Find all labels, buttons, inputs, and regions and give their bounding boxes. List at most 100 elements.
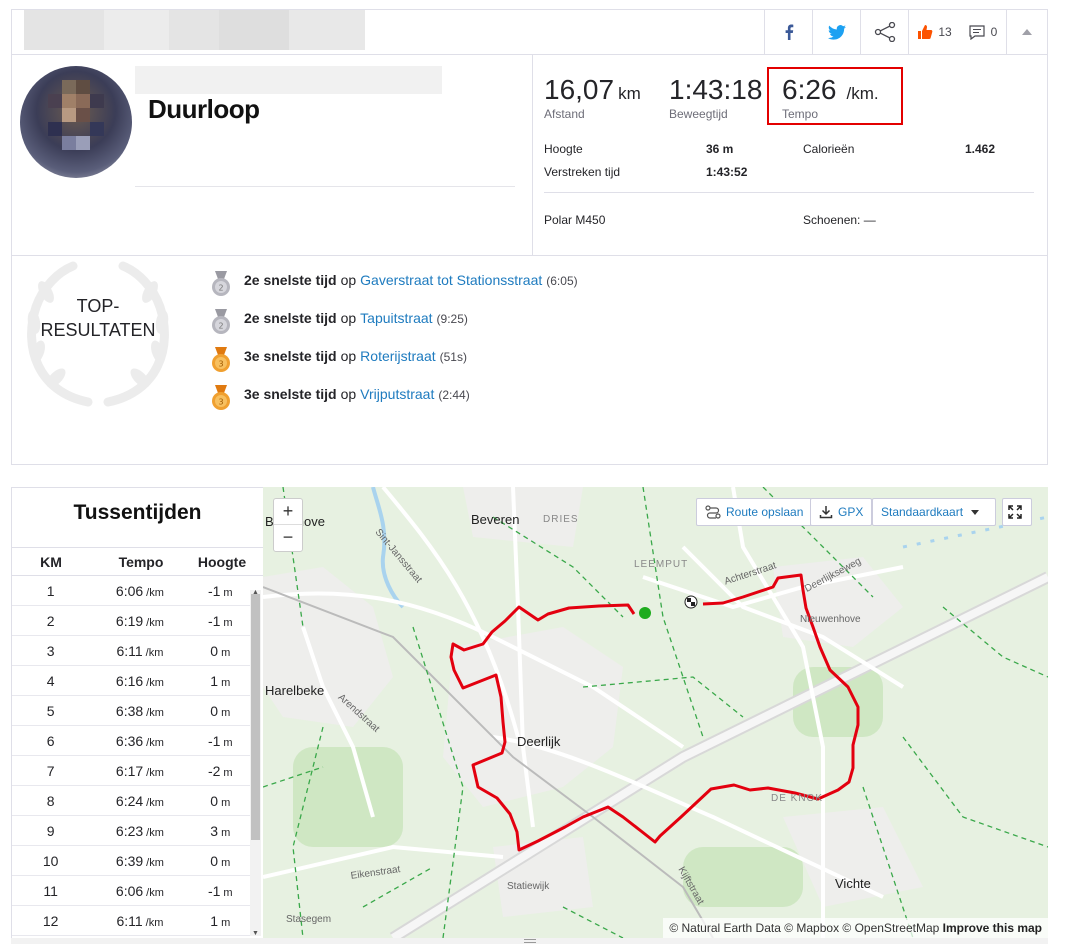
blurred-athlete-info [219,10,289,50]
splits-scrollbar[interactable]: ▲ ▼ [250,589,261,937]
achievement-time: (6:05) [546,274,578,288]
map-attribution: © Natural Earth Data © Mapbox © OpenStre… [663,918,1048,938]
scroll-down-arrow-icon[interactable]: ▼ [252,930,259,937]
segment-link[interactable]: Tapuitstraat [360,310,432,326]
top-results-heading-line1: TOP- [76,296,120,316]
blurred-athlete-info [24,10,104,50]
map-label-stasegem: Stasegem [286,914,332,925]
split-km: 6 [46,732,55,749]
segment-link[interactable]: Roterijstraat [360,348,435,364]
route-start-marker [639,607,651,619]
resize-grip-icon[interactable] [524,939,536,943]
achievement-item: 3 3e snelste tijd op Roterijstraat (51s) [210,347,578,386]
split-row: 10 6:39/km 0 m [12,846,250,876]
achievement-op: op [340,310,357,326]
silver-medal-icon: 2 [212,271,230,296]
splits-rows[interactable]: 1 6:06/km -1 m 2 6:19/km -1 m 3 6:11/km 0 m 4 6:16/km… [12,576,263,936]
kudos-button[interactable]: 13 [908,10,960,54]
map-label-leemput: LEEMPUT [634,559,689,570]
split-km: 2 [46,612,55,629]
split-elevation: -1 m [207,732,233,749]
activity-title: Duurloop [148,94,260,124]
split-km: 3 [46,642,55,659]
zoom-out-button[interactable]: − [274,525,302,551]
improve-map-link[interactable]: Improve this map [943,921,1042,935]
distance-unit: km [618,84,641,103]
twitter-icon [827,24,846,40]
comment-count: 0 [990,25,998,39]
split-elevation: 3m [210,822,231,839]
split-row: 4 6:16/km 1 m [12,666,250,696]
attribution-text: © Natural Earth Data © Mapbox © OpenStre… [669,921,940,935]
split-row: 5 6:38/km 0 m [12,696,250,726]
download-icon [819,506,833,519]
splits-col-pace: Tempo [118,553,164,570]
split-row: 8 6:24/km 0 m [12,786,250,816]
kudos-count: 13 [938,25,952,39]
split-pace: 6:17/km [115,762,164,779]
segment-link[interactable]: Gaverstraat tot Stationsstraat [360,272,542,288]
scrollbar-thumb[interactable] [251,594,260,840]
split-elevation: 0m [210,642,231,659]
segment-link[interactable]: Vrijputstraat [360,386,434,402]
pace-highlight-box [767,67,903,125]
facebook-share-button[interactable] [764,10,812,54]
achievement-rank: 2e snelste tijd [244,272,337,288]
split-elevation: -1 m [207,882,233,899]
twitter-share-button[interactable] [812,10,860,54]
split-row: 3 6:11/km 0 m [12,636,250,666]
achievement-item: 2 2e snelste tijd op Gaverstraat tot Sta… [210,271,578,310]
split-km: 9 [46,822,55,839]
split-pace: 6:19/km [115,612,164,629]
silver-medal-icon: 2 [212,309,230,334]
achievement-op: op [340,272,357,288]
split-elevation: -1 m [207,582,233,599]
activity-header-bar: 13 0 [12,10,1047,55]
svg-text:2: 2 [218,284,223,293]
gpx-download-button[interactable]: GPX [810,498,873,526]
zoom-in-button[interactable]: + [274,499,302,525]
split-km: 12 [42,912,59,929]
achievement-item: 3 3e snelste tijd op Vrijputstraat (2:44… [210,385,578,424]
fullscreen-button[interactable] [1002,498,1032,526]
split-km: 10 [42,852,59,869]
map-label-nieuwenhove: Nieuwenhove [800,614,861,625]
facebook-icon [785,24,793,40]
distance-value: 16,07 [544,74,615,105]
fullscreen-icon [1007,505,1022,519]
device-name: Polar M450 [544,213,606,227]
save-route-button[interactable]: Route opslaan [696,498,813,526]
moving-time-label: Beweegtijd [669,107,728,121]
route-map[interactable]: Bavikhove Beveren DRIES LEEMPUT Harelbek… [263,487,1048,938]
split-elevation: 1m [210,912,231,929]
achievement-rank: 3e snelste tijd [244,348,337,364]
achievement-time: (9:25) [436,312,468,326]
split-km: 8 [46,792,55,809]
comments-button[interactable]: 0 [960,10,1006,54]
map-label-dries: DRIES [543,514,579,525]
split-pace: 6:38/km [115,702,164,719]
split-row: 9 6:23/km 3 m [12,816,250,846]
caret-up-icon [1022,29,1032,35]
map-label-harelbeke: Harelbeke [265,683,325,698]
athlete-avatar[interactable] [20,66,132,178]
splits-panel: Tussentijden KM Tempo Hoogte 1 6:06/km -1 m… [11,487,263,940]
map-type-dropdown[interactable]: Standaardkaart [872,498,996,526]
share-button[interactable] [860,10,908,54]
split-elevation: 1m [210,672,231,689]
calories-value: 1.462 [965,142,996,156]
split-elevation: 0m [210,792,231,809]
split-elevation: -1 m [207,612,233,629]
split-pace: 6:24/km [115,792,164,809]
map-label-vichte: Vichte [835,876,871,891]
route-finish-marker [684,595,698,609]
moving-time-stat: 1:43:18 Beweegtijd [669,74,762,121]
split-row: 11 6:06/km -1 m [12,876,250,906]
save-route-label: Route opslaan [726,505,804,519]
splits-header: KM Tempo Hoogte [12,548,263,576]
achievement-rank: 3e snelste tijd [244,386,337,402]
blurred-athlete-info [169,10,219,50]
collapse-button[interactable] [1006,10,1047,54]
split-pace: 6:39/km [115,852,164,869]
achievement-rank: 2e snelste tijd [244,310,337,326]
